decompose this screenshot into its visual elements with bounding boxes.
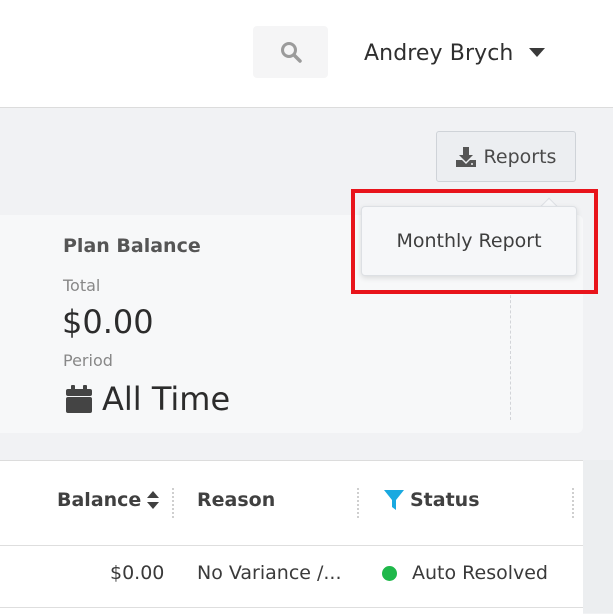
table-header: Balance Reason Status [0,461,583,546]
sort-icon [147,491,160,509]
cell-reason: No Variance /... [197,562,342,584]
column-header-label: Status [410,489,480,511]
status-label: Auto Resolved [412,562,548,584]
column-header-status[interactable]: Status [384,489,480,511]
filter-icon [384,490,404,510]
data-table: Balance Reason Status $0.00 No Variance … [0,460,583,614]
column-header-reason[interactable]: Reason [197,489,275,511]
reports-dropdown: Monthly Report [361,206,577,276]
column-separator[interactable] [572,488,574,518]
column-header-label: Reason [197,489,276,511]
cell-balance: $0.00 [110,562,165,584]
column-header-balance[interactable]: Balance [57,489,160,511]
status-dot-icon [382,565,397,581]
cell-status: Auto Resolved [382,562,548,584]
calendar-icon [66,385,92,413]
search-button[interactable] [253,26,328,78]
user-name: Andrey Brych [364,40,514,66]
row-divider [0,607,583,608]
caret-down-icon [529,48,546,57]
download-icon [455,146,476,167]
total-label: Total [63,276,101,295]
menu-item-monthly-report[interactable]: Monthly Report [396,230,541,252]
period-value: All Time [102,380,231,418]
user-menu[interactable]: Andrey Brych [364,36,546,70]
period-label: Period [63,351,113,370]
total-value: $0.00 [62,303,154,341]
reports-button[interactable]: Reports [436,131,576,182]
reports-label: Reports [483,145,557,168]
column-header-label: Balance [57,489,142,511]
plan-balance-title: Plan Balance [63,235,201,257]
table-scroll-area[interactable] [583,460,613,613]
search-icon [280,42,302,63]
column-separator[interactable] [172,488,174,518]
column-separator[interactable] [357,488,359,518]
period-selector[interactable]: All Time [66,377,230,421]
top-bar: Andrey Brych [0,0,613,108]
card-divider [510,290,511,420]
